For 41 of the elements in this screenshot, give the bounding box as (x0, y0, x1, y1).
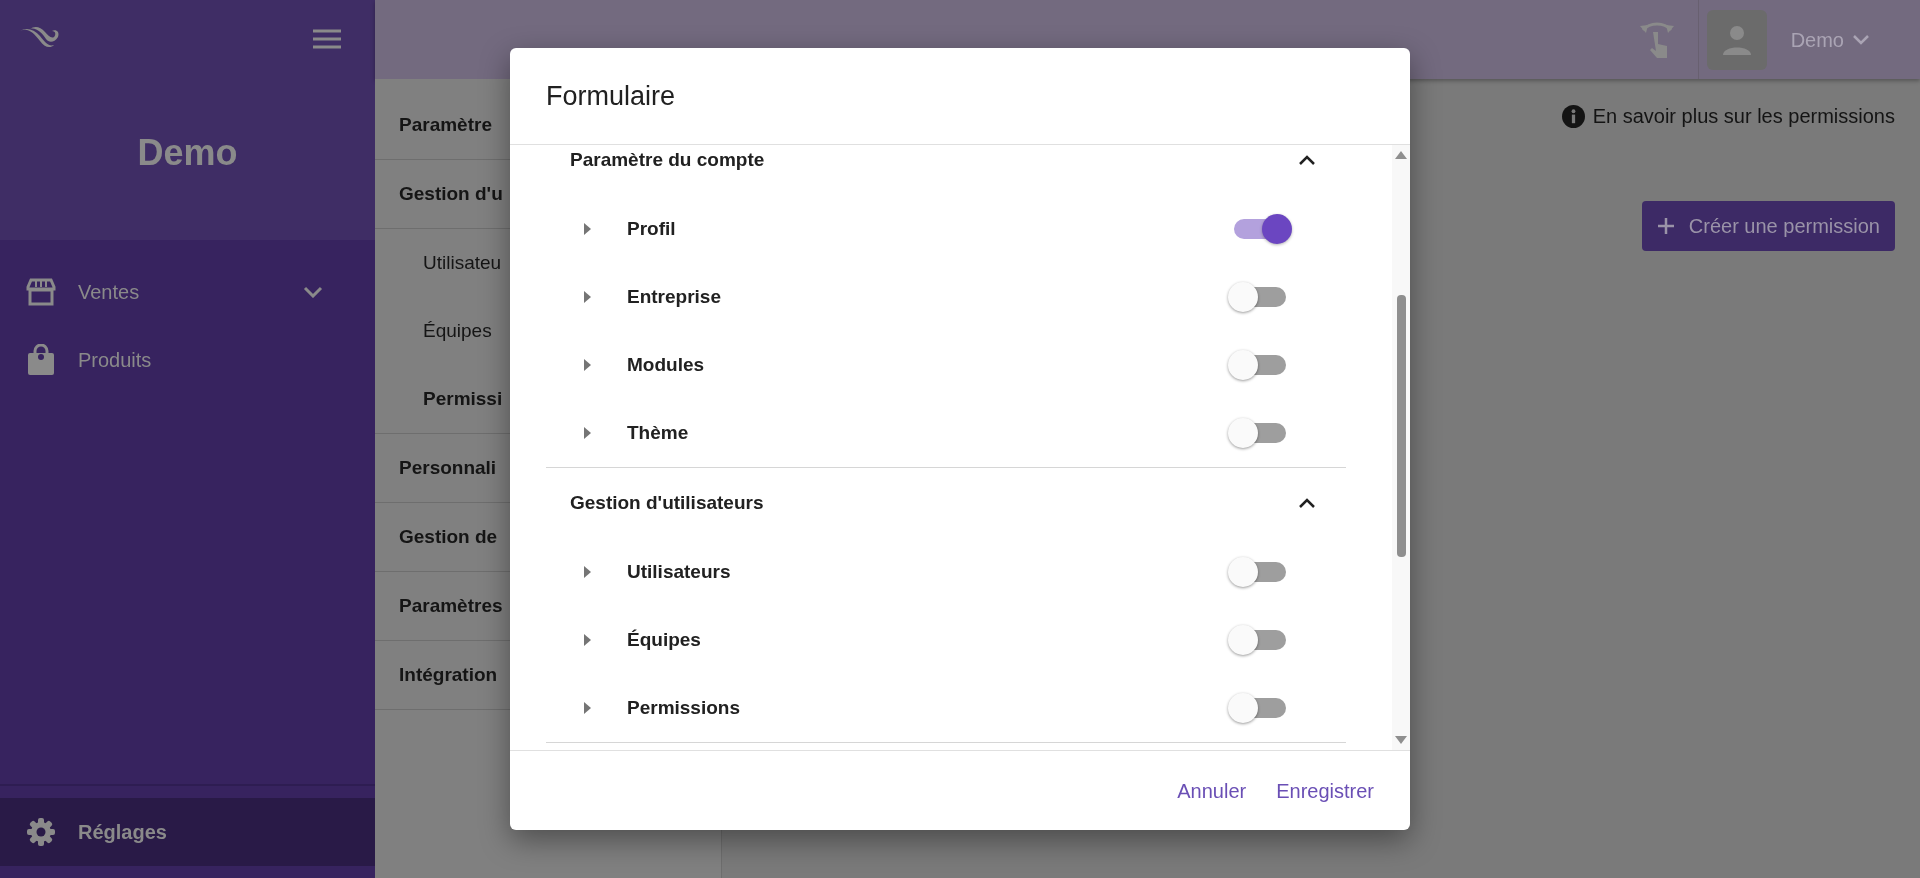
expand-arrow-icon[interactable] (584, 223, 591, 235)
expand-arrow-icon[interactable] (584, 427, 591, 439)
save-button[interactable]: Enregistrer (1264, 767, 1386, 814)
info-icon (1561, 104, 1585, 128)
user-icon (1720, 24, 1753, 55)
info-link[interactable]: En savoir plus sur les permissions (1561, 101, 1895, 131)
create-permission-button[interactable]: Créer une permission (1641, 201, 1895, 251)
section-header[interactable]: Gestion d'utilisateurs (546, 468, 1346, 538)
expand-arrow-icon[interactable] (584, 566, 591, 578)
dialog-title: Formulaire (510, 48, 1410, 145)
permission-label: Profil (627, 216, 677, 241)
scrollbar[interactable] (1392, 145, 1410, 750)
expand-arrow-icon[interactable] (584, 702, 591, 714)
app-title: Demo (136, 131, 239, 175)
permission-label: Entreprise (627, 284, 722, 309)
chevron-up-icon (1298, 154, 1316, 166)
chevron-up-icon (1298, 497, 1316, 509)
chevron-down-icon (303, 286, 323, 298)
permission-label: Modules (627, 352, 706, 377)
scroll-up-icon[interactable] (1395, 151, 1407, 159)
expand-arrow-icon[interactable] (584, 291, 591, 303)
sidebar-item[interactable]: Produits (0, 326, 375, 394)
settings-icon (26, 817, 56, 847)
sidebar-item[interactable]: Ventes (0, 258, 375, 326)
permission-label: Utilisateurs (627, 559, 732, 584)
store-icon (26, 278, 56, 306)
chevron-down-icon (1852, 34, 1870, 45)
expand-arrow-icon[interactable] (584, 634, 591, 646)
plus-icon (1656, 217, 1675, 235)
scroll-down-icon[interactable] (1395, 736, 1407, 744)
permission-label: Permissions (627, 695, 741, 720)
avatar[interactable] (1706, 9, 1767, 70)
sidebar-item[interactable]: Réglages (0, 798, 375, 866)
permission-label: Thème (627, 420, 690, 445)
permission-label: Équipes (627, 627, 702, 652)
cancel-button[interactable]: Annuler (1165, 767, 1259, 814)
menu-icon[interactable] (313, 29, 341, 49)
scrollbar-thumb[interactable] (1396, 295, 1406, 557)
expand-arrow-icon[interactable] (584, 359, 591, 371)
shopping-bag-icon (26, 344, 56, 376)
section-header[interactable]: Paramètre du compte (546, 145, 1346, 195)
